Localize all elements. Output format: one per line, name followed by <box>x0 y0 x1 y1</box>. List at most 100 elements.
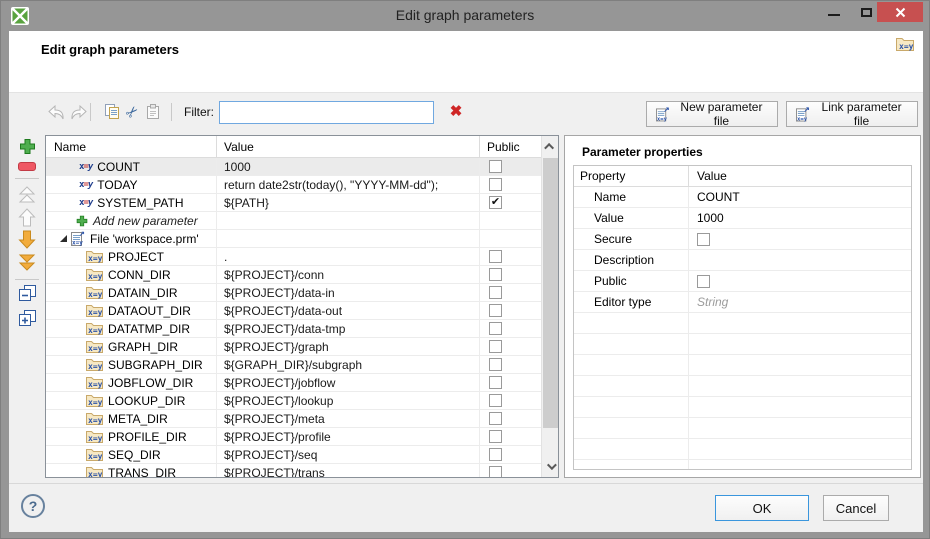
plus-icon <box>19 138 36 155</box>
property-row-empty <box>574 418 911 439</box>
table-row[interactable]: x=ySUBGRAPH_DIR ${GRAPH_DIR}/subgraph <box>46 356 541 374</box>
table-row[interactable]: x=yDATAIN_DIR${PROJECT}/data-in <box>46 284 541 302</box>
table-row[interactable]: x=y↗File 'workspace.prm' <box>46 230 541 248</box>
new-parameter-file-label: New parameter file <box>675 100 768 128</box>
property-row[interactable]: Editor typeString <box>574 292 911 313</box>
property-value-cell[interactable]: 1000 <box>689 208 911 228</box>
public-checkbox[interactable] <box>489 286 502 299</box>
redo-button[interactable] <box>68 102 88 122</box>
table-row[interactable]: x=yPROJECT. <box>46 248 541 266</box>
public-checkbox[interactable] <box>489 376 502 389</box>
collapse-all-button[interactable] <box>16 285 38 302</box>
move-down-button[interactable] <box>16 230 38 249</box>
red-x-icon: ✖ <box>450 103 463 120</box>
cancel-button[interactable]: Cancel <box>823 495 889 521</box>
table-row[interactable]: x=yMETA_DIR${PROJECT}/meta <box>46 410 541 428</box>
param-value-cell: ${PROJECT}/graph <box>217 338 480 355</box>
filter-input[interactable] <box>219 101 434 124</box>
file-parameter-icon: x=y <box>86 358 103 371</box>
parameter-icon: x=y <box>79 198 92 208</box>
arrow-up-icon <box>18 208 36 227</box>
table-row[interactable]: x=yDATATMP_DIR${PROJECT}/data-tmp <box>46 320 541 338</box>
side-separator <box>15 178 39 179</box>
table-row[interactable]: x=yCOUNT1000 <box>46 158 541 176</box>
param-name: GRAPH_DIR <box>108 340 178 354</box>
table-row[interactable]: x=ySYSTEM_PATH${PATH}✔ <box>46 194 541 212</box>
scroll-down-button[interactable] <box>542 458 559 474</box>
column-header-public[interactable]: Public <box>480 136 540 157</box>
param-name: LOOKUP_DIR <box>108 394 185 408</box>
table-row[interactable]: x=yTRANS_DIR${PROJECT}/trans <box>46 464 541 477</box>
public-checkbox[interactable]: ✔ <box>489 196 502 209</box>
table-row[interactable]: x=yPROFILE_DIR${PROJECT}/profile <box>46 428 541 446</box>
property-checkbox[interactable] <box>697 233 710 246</box>
help-button[interactable]: ? <box>21 494 45 518</box>
property-value-cell[interactable] <box>689 271 911 291</box>
public-checkbox[interactable] <box>489 160 502 173</box>
remove-parameter-button[interactable] <box>16 162 38 171</box>
add-parameter-button[interactable] <box>16 138 38 155</box>
link-parameter-file-button[interactable]: x=y ↗ Link parameter file <box>786 101 918 127</box>
public-checkbox[interactable] <box>489 412 502 425</box>
property-value-cell[interactable]: String <box>689 292 911 312</box>
copy-button[interactable] <box>102 102 122 122</box>
property-value-cell[interactable]: COUNT <box>689 187 911 207</box>
public-checkbox[interactable] <box>489 448 502 461</box>
public-checkbox[interactable] <box>489 322 502 335</box>
property-row[interactable]: NameCOUNT <box>574 187 911 208</box>
side-toolbar <box>9 131 45 478</box>
public-checkbox[interactable] <box>489 394 502 407</box>
scroll-up-button[interactable] <box>542 138 559 154</box>
property-row-empty <box>574 355 911 376</box>
param-name-cell: x=ySEQ_DIR <box>46 446 217 463</box>
property-value-cell[interactable] <box>689 250 911 270</box>
property-row[interactable]: Secure <box>574 229 911 250</box>
ok-button[interactable]: OK <box>715 495 809 521</box>
table-row[interactable]: x=yLOOKUP_DIR${PROJECT}/lookup <box>46 392 541 410</box>
property-row[interactable]: Value1000 <box>574 208 911 229</box>
public-checkbox[interactable] <box>489 178 502 191</box>
scissors-icon: ✂ <box>121 101 143 123</box>
file-parameter-icon: x=y <box>86 250 103 263</box>
table-row[interactable]: Add new parameter <box>46 212 541 230</box>
public-checkbox[interactable] <box>489 466 502 477</box>
public-checkbox[interactable] <box>489 250 502 263</box>
property-row[interactable]: Description <box>574 250 911 271</box>
property-row[interactable]: Public <box>574 271 911 292</box>
param-name-cell: x=ySUBGRAPH_DIR <box>46 356 217 373</box>
parameter-icon: x=y <box>79 180 92 190</box>
arrow-down-icon <box>18 230 36 249</box>
table-row[interactable]: x=yGRAPH_DIR${PROJECT}/graph <box>46 338 541 356</box>
cut-button[interactable]: ✂ <box>122 102 142 122</box>
expand-toggle-icon[interactable] <box>60 235 67 242</box>
table-row[interactable]: x=ySEQ_DIR${PROJECT}/seq <box>46 446 541 464</box>
table-row[interactable]: x=yDATAOUT_DIR${PROJECT}/data-out <box>46 302 541 320</box>
table-row[interactable]: x=yTODAYreturn date2str(today(), "YYYY-M… <box>46 176 541 194</box>
property-checkbox[interactable] <box>697 275 710 288</box>
table-row[interactable]: x=yJOBFLOW_DIR${PROJECT}/jobflow <box>46 374 541 392</box>
undo-button[interactable] <box>46 102 66 122</box>
column-header-name[interactable]: Name <box>46 136 217 157</box>
paste-button[interactable] <box>143 102 163 122</box>
clear-filter-button[interactable]: ✖ <box>446 102 466 122</box>
minimize-button[interactable] <box>819 1 849 23</box>
close-button[interactable] <box>877 2 923 22</box>
property-value-cell[interactable] <box>689 229 911 249</box>
public-checkbox[interactable] <box>489 358 502 371</box>
new-parameter-file-button[interactable]: x=y ↗ New parameter file <box>646 101 778 127</box>
property-value: 1000 <box>697 211 724 225</box>
param-value: ${GRAPH_DIR}/subgraph <box>224 358 362 372</box>
move-up-button[interactable] <box>16 208 38 227</box>
public-checkbox[interactable] <box>489 430 502 443</box>
expand-all-button[interactable] <box>16 310 38 327</box>
svg-text:↗: ↗ <box>79 231 85 238</box>
table-row[interactable]: x=yCONN_DIR${PROJECT}/conn <box>46 266 541 284</box>
column-header-value[interactable]: Value <box>217 136 480 157</box>
scroll-thumb[interactable] <box>543 158 558 428</box>
public-checkbox[interactable] <box>489 304 502 317</box>
public-checkbox[interactable] <box>489 340 502 353</box>
move-top-button[interactable] <box>16 186 38 204</box>
move-bottom-button[interactable] <box>16 253 38 271</box>
window-titlebar[interactable]: Edit graph parameters <box>1 1 929 31</box>
public-checkbox[interactable] <box>489 268 502 281</box>
